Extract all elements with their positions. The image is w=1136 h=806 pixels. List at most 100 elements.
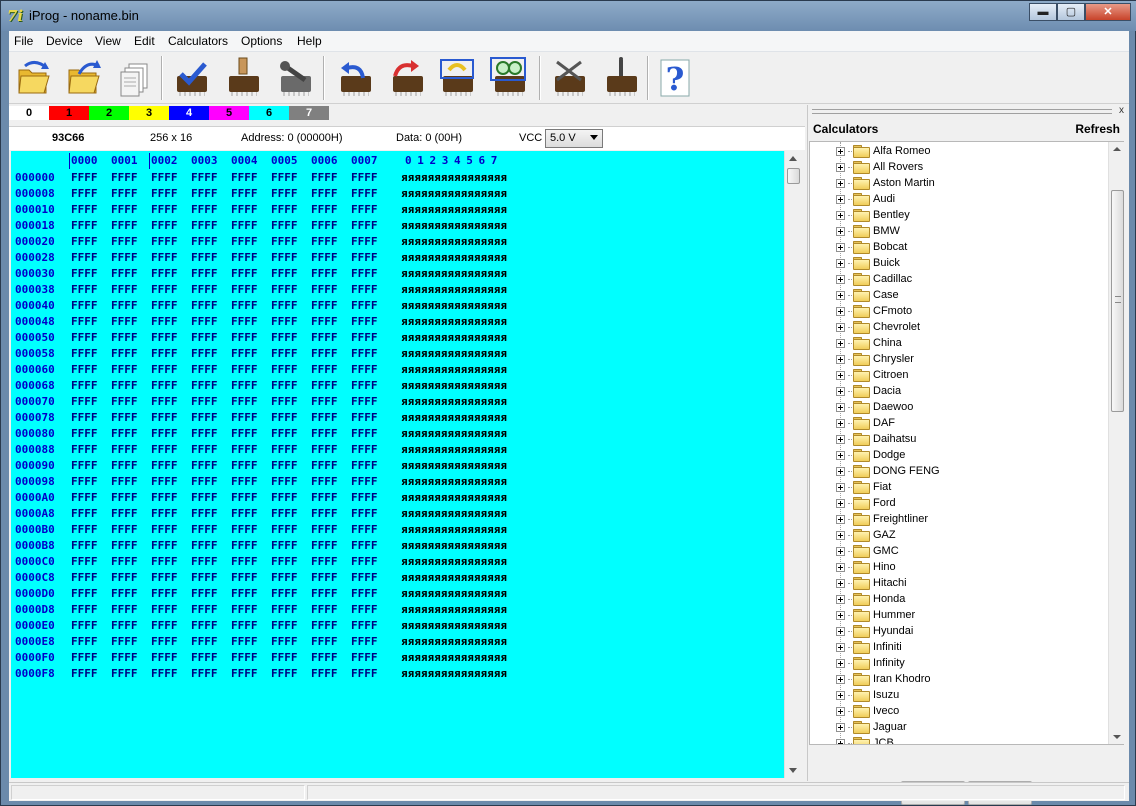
tree-item[interactable]: GAZ bbox=[836, 527, 896, 543]
hex-cell[interactable]: FFFF bbox=[271, 267, 298, 280]
expand-plus-icon[interactable] bbox=[836, 370, 845, 380]
hex-cell[interactable]: FFFF bbox=[191, 331, 218, 344]
expand-plus-icon[interactable] bbox=[836, 194, 845, 204]
hex-cell[interactable]: FFFF bbox=[71, 635, 98, 648]
expand-plus-icon[interactable] bbox=[836, 354, 845, 364]
hex-cell[interactable]: FFFF bbox=[111, 555, 138, 568]
hex-cell[interactable]: FFFF bbox=[71, 315, 98, 328]
hex-cell[interactable]: FFFF bbox=[151, 379, 178, 392]
hex-cell[interactable]: FFFF bbox=[71, 555, 98, 568]
menu-file[interactable]: File bbox=[14, 34, 33, 48]
hex-cell[interactable]: FFFF bbox=[191, 395, 218, 408]
hex-editor[interactable]: 0000 0001 0002 0003 0004 0005 0006 0007 0 1 2 3 … bbox=[11, 151, 784, 778]
hex-cell[interactable]: FFFF bbox=[231, 187, 258, 200]
hex-row-ascii[interactable]: яяяяяяяяяяяяяяяя bbox=[401, 251, 507, 264]
tree-item[interactable]: Case bbox=[836, 287, 899, 303]
hex-cell[interactable]: FFFF bbox=[71, 411, 98, 424]
hex-cell[interactable]: FFFF bbox=[71, 475, 98, 488]
hex-cell[interactable]: FFFF bbox=[151, 171, 178, 184]
hex-cell[interactable]: FFFF bbox=[351, 299, 378, 312]
hex-cell[interactable]: FFFF bbox=[111, 587, 138, 600]
tree-item[interactable]: Cadillac bbox=[836, 271, 912, 287]
hex-cell[interactable]: FFFF bbox=[311, 411, 338, 424]
expand-plus-icon[interactable] bbox=[836, 482, 845, 492]
hex-cell[interactable]: FFFF bbox=[71, 347, 98, 360]
hex-row-ascii[interactable]: яяяяяяяяяяяяяяяя bbox=[401, 603, 507, 616]
hex-cell[interactable]: FFFF bbox=[351, 283, 378, 296]
expand-plus-icon[interactable] bbox=[836, 466, 845, 476]
hex-cell[interactable]: FFFF bbox=[71, 459, 98, 472]
hex-cell[interactable]: FFFF bbox=[351, 331, 378, 344]
tree-item[interactable]: Hyundai bbox=[836, 623, 913, 639]
hex-cell[interactable]: FFFF bbox=[271, 587, 298, 600]
hex-cell[interactable]: FFFF bbox=[271, 187, 298, 200]
hex-cell[interactable]: FFFF bbox=[231, 555, 258, 568]
hex-cell[interactable]: FFFF bbox=[71, 651, 98, 664]
hex-cell[interactable]: FFFF bbox=[151, 539, 178, 552]
hex-cell[interactable]: FFFF bbox=[191, 619, 218, 632]
tree-item[interactable]: Daihatsu bbox=[836, 431, 916, 447]
chip-search-icon[interactable] bbox=[487, 56, 531, 100]
tree-item[interactable]: Audi bbox=[836, 191, 895, 207]
open-folder-icon[interactable] bbox=[61, 56, 105, 100]
hex-cell[interactable]: FFFF bbox=[151, 267, 178, 280]
hex-cell[interactable]: FFFF bbox=[191, 571, 218, 584]
hex-cell[interactable]: FFFF bbox=[191, 187, 218, 200]
minimize-button[interactable]: ▬ bbox=[1029, 3, 1057, 21]
expand-plus-icon[interactable] bbox=[836, 546, 845, 556]
hex-cell[interactable]: FFFF bbox=[191, 283, 218, 296]
hex-cell[interactable]: FFFF bbox=[271, 219, 298, 232]
hex-cell[interactable]: FFFF bbox=[231, 331, 258, 344]
hex-cell[interactable]: FFFF bbox=[311, 619, 338, 632]
expand-plus-icon[interactable] bbox=[836, 162, 845, 172]
hex-cell[interactable]: FFFF bbox=[231, 443, 258, 456]
open-file-icon[interactable] bbox=[11, 56, 55, 100]
hex-cell[interactable]: FFFF bbox=[191, 171, 218, 184]
hex-cell[interactable]: FFFF bbox=[351, 187, 378, 200]
tree-item[interactable]: Honda bbox=[836, 591, 905, 607]
tree-item[interactable]: Daewoo bbox=[836, 399, 913, 415]
hex-cell[interactable]: FFFF bbox=[311, 203, 338, 216]
tree-item[interactable]: Infiniti bbox=[836, 639, 902, 655]
hex-cell[interactable]: FFFF bbox=[351, 251, 378, 264]
hex-cell[interactable]: FFFF bbox=[351, 539, 378, 552]
expand-plus-icon[interactable] bbox=[836, 658, 845, 668]
expand-plus-icon[interactable] bbox=[836, 242, 845, 252]
expand-plus-icon[interactable] bbox=[836, 434, 845, 444]
hex-cell[interactable]: FFFF bbox=[311, 187, 338, 200]
hex-cell[interactable]: FFFF bbox=[311, 523, 338, 536]
hex-cell[interactable]: FFFF bbox=[231, 347, 258, 360]
hex-cell[interactable]: FFFF bbox=[231, 651, 258, 664]
hex-cell[interactable]: FFFF bbox=[271, 315, 298, 328]
hex-cell[interactable]: FFFF bbox=[351, 491, 378, 504]
hex-cell[interactable]: FFFF bbox=[311, 603, 338, 616]
hex-cell[interactable]: FFFF bbox=[111, 171, 138, 184]
hex-cell[interactable]: FFFF bbox=[111, 363, 138, 376]
hex-cell[interactable]: FFFF bbox=[271, 235, 298, 248]
hex-cell[interactable]: FFFF bbox=[151, 667, 178, 680]
tree-item[interactable]: DAF bbox=[836, 415, 895, 431]
tree-item[interactable]: Fiat bbox=[836, 479, 891, 495]
hex-cell[interactable]: FFFF bbox=[271, 635, 298, 648]
hex-cell[interactable]: FFFF bbox=[71, 203, 98, 216]
hex-cell[interactable]: FFFF bbox=[231, 203, 258, 216]
hex-row-ascii[interactable]: яяяяяяяяяяяяяяяя bbox=[401, 459, 507, 472]
expand-plus-icon[interactable] bbox=[836, 514, 845, 524]
hex-cell[interactable]: FFFF bbox=[311, 235, 338, 248]
hex-cell[interactable]: FFFF bbox=[271, 171, 298, 184]
hex-cell[interactable]: FFFF bbox=[71, 619, 98, 632]
scroll-thumb[interactable] bbox=[1111, 190, 1124, 412]
hex-cell[interactable]: FFFF bbox=[111, 635, 138, 648]
hex-cell[interactable]: FFFF bbox=[351, 219, 378, 232]
help-icon[interactable]: ? bbox=[653, 56, 697, 100]
hex-cell[interactable]: FFFF bbox=[191, 251, 218, 264]
hex-row-ascii[interactable]: яяяяяяяяяяяяяяяя bbox=[401, 651, 507, 664]
hex-cell[interactable]: FFFF bbox=[151, 331, 178, 344]
hex-row-ascii[interactable]: яяяяяяяяяяяяяяяя bbox=[401, 267, 507, 280]
hex-cell[interactable]: FFFF bbox=[271, 619, 298, 632]
hex-cell[interactable]: FFFF bbox=[311, 395, 338, 408]
hex-cell[interactable]: FFFF bbox=[351, 379, 378, 392]
hex-cell[interactable]: FFFF bbox=[71, 235, 98, 248]
hex-cell[interactable]: FFFF bbox=[71, 171, 98, 184]
hex-cell[interactable]: FFFF bbox=[191, 523, 218, 536]
